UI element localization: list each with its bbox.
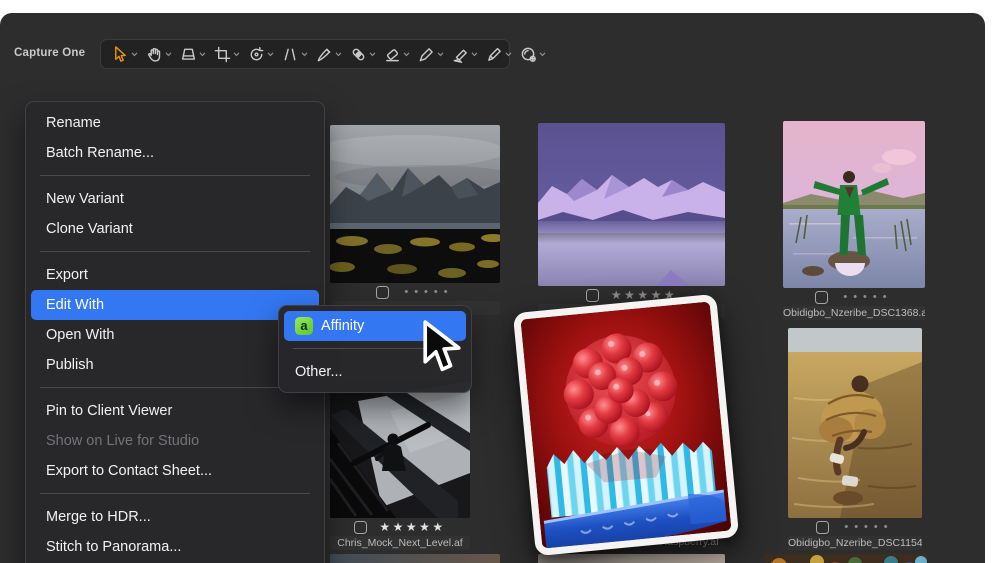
raspberry-toothbrush-image	[520, 301, 731, 548]
thumbnail-cell: ★★★★★ Chris_Mock_Next_Level.af	[330, 381, 470, 550]
thumbnail-vestrahorn-image[interactable]	[330, 125, 500, 283]
menu-item-export[interactable]: Export	[31, 260, 319, 290]
thumbnail-cell: ★★★★★	[538, 123, 725, 318]
menu-item-open-with[interactable]: Open With	[31, 320, 319, 350]
eraser-icon	[384, 46, 401, 63]
thumbnail-meta-row: •••••	[330, 283, 500, 301]
select-cursor-tool-button[interactable]	[109, 42, 141, 66]
annotation-arrow-tool-button[interactable]	[449, 42, 481, 66]
menu-separator	[40, 251, 310, 252]
arrow-icon	[452, 46, 469, 63]
thumbnail-partial-flowers[interactable]	[765, 554, 927, 563]
thumbnail-purple-mountains-image[interactable]	[538, 123, 725, 286]
chevron-down-icon[interactable]	[437, 52, 444, 57]
thumbnail-meta-row: •••••	[783, 288, 925, 306]
rating-dots[interactable]: •••••	[837, 292, 892, 303]
straighten-tool-button[interactable]	[279, 42, 311, 66]
thumbnail-meta-row: •••••	[788, 518, 922, 536]
bandaid-icon	[350, 46, 367, 63]
chevron-down-icon[interactable]	[301, 52, 308, 57]
select-checkbox[interactable]	[354, 521, 367, 534]
brush-tool-button[interactable]	[313, 42, 345, 66]
thumbnail-escalator-image[interactable]	[330, 381, 470, 518]
brush-icon	[316, 46, 333, 63]
screenshot-stage: Capture One	[0, 0, 1000, 563]
capture-one-window: Capture One	[0, 13, 985, 563]
tool-toolbar	[100, 39, 510, 69]
cursor-icon	[112, 46, 129, 63]
lens-keystone-tool-button[interactable]	[177, 42, 209, 66]
sphere-plus-icon	[520, 46, 537, 63]
chevron-down-icon[interactable]	[471, 52, 478, 57]
hand-icon	[146, 46, 163, 63]
thumbnail-partial-beige[interactable]	[538, 554, 725, 563]
filename-label: Chris_Mock_Next_Level.af	[330, 536, 470, 550]
chevron-down-icon[interactable]	[233, 52, 240, 57]
rotate-icon	[248, 46, 265, 63]
pencil-icon	[418, 46, 435, 63]
chevron-down-icon[interactable]	[131, 52, 138, 57]
chevron-down-icon[interactable]	[539, 52, 546, 57]
dragged-raspberry-card[interactable]	[513, 294, 739, 556]
lens-icon	[180, 46, 197, 63]
menu-item-new-variant[interactable]: New Variant	[31, 184, 319, 214]
crop-icon	[214, 46, 231, 63]
mouse-pointer-icon	[419, 319, 465, 377]
select-checkbox[interactable]	[816, 521, 829, 534]
menu-item-publish[interactable]: Publish	[31, 350, 319, 380]
erase-tool-button[interactable]	[381, 42, 413, 66]
spot-removal-tool-button[interactable]	[517, 42, 549, 66]
rating-dots[interactable]: •••••	[398, 287, 453, 298]
menu-item-pin-to-client-viewer[interactable]: Pin to Client Viewer	[31, 396, 319, 426]
affinity-app-icon: a	[295, 317, 313, 335]
app-title: Capture One	[14, 47, 85, 59]
filename-label: Obidigbo_Nzeribe_DSC1368.af	[783, 306, 925, 320]
menu-item-batch-rename[interactable]: Batch Rename...	[31, 138, 319, 168]
pan-hand-tool-button[interactable]	[143, 42, 175, 66]
pen-icon	[486, 46, 503, 63]
chevron-down-icon[interactable]	[335, 52, 342, 57]
select-checkbox[interactable]	[815, 291, 828, 304]
thumbnail-cell: ••••• Obidigbo_Nzeribe_DSC1154.af	[788, 328, 922, 550]
heal-tool-button[interactable]	[347, 42, 379, 66]
rating-dots[interactable]: •••••	[838, 522, 893, 533]
draw-mask-tool-button[interactable]	[415, 42, 447, 66]
menu-separator	[40, 387, 310, 388]
menu-item-export-contact-sheet[interactable]: Export to Contact Sheet...	[31, 456, 319, 486]
rotate-tool-button[interactable]	[245, 42, 277, 66]
menu-item-stitch-to-panorama[interactable]: Stitch to Panorama...	[31, 532, 319, 562]
chevron-down-icon[interactable]	[369, 52, 376, 57]
select-checkbox[interactable]	[586, 289, 599, 302]
thumbnail-partial-blue[interactable]	[330, 554, 500, 563]
chevron-down-icon[interactable]	[403, 52, 410, 57]
chevron-down-icon[interactable]	[199, 52, 206, 57]
chevron-down-icon[interactable]	[505, 52, 512, 57]
rating-stars[interactable]: ★★★★★	[376, 521, 445, 533]
chevron-down-icon[interactable]	[267, 52, 274, 57]
menu-separator	[40, 175, 310, 176]
chevron-down-icon[interactable]	[165, 52, 172, 57]
select-checkbox[interactable]	[376, 286, 389, 299]
thumbnail-cell: ••••• Obidigbo_Nzeribe_DSC1368.af	[783, 121, 925, 320]
thumbnail-meta-row: ★★★★★	[330, 518, 470, 536]
menu-separator	[40, 493, 310, 494]
thumbnail-cell: •••••	[330, 125, 500, 315]
pen-tool-button[interactable]	[483, 42, 515, 66]
filename-label: Obidigbo_Nzeribe_DSC1154.af	[788, 536, 922, 550]
straighten-icon	[282, 46, 299, 63]
menu-item-merge-to-hdr[interactable]: Merge to HDR...	[31, 502, 319, 532]
menu-item-rename[interactable]: Rename	[31, 108, 319, 138]
submenu-item-label: Affinity	[321, 311, 364, 341]
menu-item-show-on-live[interactable]: Show on Live for Studio	[31, 426, 319, 456]
menu-item-clone-variant[interactable]: Clone Variant	[31, 214, 319, 244]
menu-item-edit-with[interactable]: Edit With	[31, 290, 319, 320]
thumbnail-green-suit-image[interactable]	[783, 121, 925, 288]
thumbnail-fur-field-image[interactable]	[788, 328, 922, 518]
crop-tool-button[interactable]	[211, 42, 243, 66]
